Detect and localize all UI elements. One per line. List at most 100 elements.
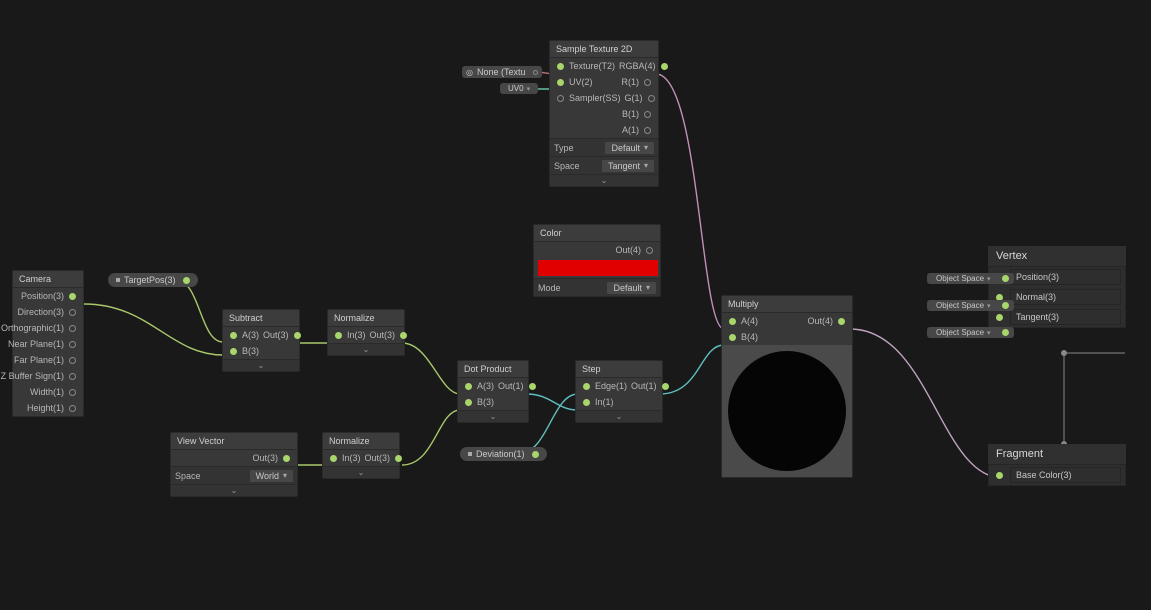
collapse-toggle[interactable]: ⌄ (223, 359, 299, 371)
slot-field: Normal(3) (1010, 289, 1121, 305)
plug-icon (69, 373, 76, 380)
port-a-out[interactable]: A(3) Out(3) (223, 327, 299, 343)
plug-icon (395, 455, 402, 462)
port-a[interactable]: A(1) (550, 122, 658, 138)
port-in-out[interactable]: In(3) Out(3) (328, 327, 404, 343)
space-tag-position[interactable]: Object Space (927, 273, 1014, 284)
plug-icon (1002, 302, 1009, 309)
port-b[interactable]: B(3) (458, 394, 528, 410)
port-direction[interactable]: Direction(3) (13, 304, 83, 320)
plug-icon (646, 247, 653, 254)
slot-field: Base Color(3) (1010, 467, 1121, 483)
port-near[interactable]: Near Plane(1) (13, 336, 83, 352)
port-zbuffer[interactable]: Z Buffer Sign(1) (13, 368, 83, 384)
port-b[interactable]: B(4) (722, 329, 852, 345)
texture-slot[interactable]: ◎ None (Textu (462, 66, 542, 78)
node-view-vector[interactable]: View Vector Out(3) Space World ⌄ (170, 432, 298, 497)
plug-icon (335, 332, 342, 339)
vertex-title: Vertex (988, 246, 1126, 266)
node-step[interactable]: Step Edge(1) Out(1) In(1) ⌄ (575, 360, 663, 423)
property-targetpos[interactable]: TargetPos(3) (108, 273, 198, 287)
port-position[interactable]: Position(3) (13, 288, 83, 304)
node-title: Camera (13, 271, 83, 288)
prop-label: Space (554, 161, 580, 171)
uv-slot[interactable]: UV0 (500, 83, 538, 94)
plug-icon (996, 472, 1003, 479)
port-far[interactable]: Far Plane(1) (13, 352, 83, 368)
node-title: Multiply (722, 296, 852, 313)
collapse-toggle[interactable]: ⌄ (458, 410, 528, 422)
plug-icon (661, 63, 668, 70)
uv-dropdown[interactable]: UV0 (504, 84, 534, 93)
collapse-toggle[interactable]: ⌄ (323, 466, 399, 478)
port-edge-out[interactable]: Edge(1) Out(1) (576, 378, 662, 394)
plug-icon (69, 293, 76, 300)
slot-field: Position(3) (1010, 269, 1121, 285)
node-title: Normalize (323, 433, 399, 450)
space-dropdown[interactable]: Tangent (602, 160, 654, 172)
node-normalize-1[interactable]: Normalize In(3) Out(3) ⌄ (327, 309, 405, 356)
node-title: Normalize (328, 310, 404, 327)
port-in[interactable]: In(1) (576, 394, 662, 410)
label: Deviation(1) (476, 449, 525, 459)
prop-label: Type (554, 143, 574, 153)
port-b[interactable]: B(1) (550, 106, 658, 122)
port-a-out[interactable]: A(4) Out(4) (722, 313, 852, 329)
plug-icon (838, 318, 845, 325)
node-color[interactable]: Color Out(4) Mode Default (533, 224, 661, 297)
port-width[interactable]: Width(1) (13, 384, 83, 400)
plug-icon (69, 357, 76, 364)
space-tag-tangent[interactable]: Object Space (927, 327, 1014, 338)
plug-icon (69, 341, 76, 348)
port-tex-rgba[interactable]: Texture(T2) RGBA(4) (550, 58, 658, 74)
type-dropdown[interactable]: Default (605, 142, 654, 154)
prop-mode: Mode Default (534, 278, 660, 296)
fragment-slot-basecolor[interactable]: Base Color(3) (989, 465, 1125, 485)
port-orthographic[interactable]: Orthographic(1) (13, 320, 83, 336)
plug-icon (400, 332, 407, 339)
plug-icon (729, 334, 736, 341)
port-sampler-g[interactable]: Sampler(SS) G(1) (550, 90, 658, 106)
plug-icon (69, 405, 76, 412)
plug-icon (330, 455, 337, 462)
node-dot-product[interactable]: Dot Product A(3) Out(1) B(3) ⌄ (457, 360, 529, 423)
plug-icon (69, 325, 76, 332)
plug-icon (294, 332, 301, 339)
space-tag-normal[interactable]: Object Space (927, 300, 1014, 311)
plug-icon (529, 383, 536, 390)
node-title: Color (534, 225, 660, 242)
prop-label: Mode (538, 283, 561, 293)
prop-label: Space (175, 471, 201, 481)
collapse-toggle[interactable]: ⌄ (171, 484, 297, 496)
port-out[interactable]: Out(3) (171, 450, 297, 466)
plug-icon (644, 111, 651, 118)
node-title: Sample Texture 2D (550, 41, 658, 58)
node-subtract[interactable]: Subtract A(3) Out(3) B(3) ⌄ (222, 309, 300, 372)
node-normalize-2[interactable]: Normalize In(3) Out(3) ⌄ (322, 432, 400, 479)
collapse-toggle[interactable]: ⌄ (576, 410, 662, 422)
plug-icon (183, 277, 190, 284)
mode-dropdown[interactable]: Default (607, 282, 656, 294)
plug-icon (729, 318, 736, 325)
collapse-toggle[interactable]: ⌄ (328, 343, 404, 355)
collapse-toggle[interactable]: ⌄ (550, 174, 658, 186)
port-in-out[interactable]: In(3) Out(3) (323, 450, 399, 466)
prop-space: Space World (171, 466, 297, 484)
node-multiply[interactable]: Multiply A(4) Out(4) B(4) (721, 295, 853, 478)
node-preview (722, 345, 852, 477)
space-dropdown[interactable]: World (250, 470, 293, 482)
plug-icon (465, 399, 472, 406)
node-camera[interactable]: Camera Position(3) Direction(3) Orthogra… (12, 270, 84, 417)
port-height[interactable]: Height(1) (13, 400, 83, 416)
port-out[interactable]: Out(4) (534, 242, 660, 258)
slot-field: Tangent(3) (1010, 309, 1121, 325)
node-sample-texture-2d[interactable]: Sample Texture 2D Texture(T2) RGBA(4) UV… (549, 40, 659, 187)
property-deviation[interactable]: Deviation(1) (460, 447, 547, 461)
plug-icon (532, 451, 539, 458)
fragment-stack: Fragment Base Color(3) (988, 444, 1126, 486)
plug-icon (69, 309, 76, 316)
port-b[interactable]: B(3) (223, 343, 299, 359)
port-uv-r[interactable]: UV(2) R(1) (550, 74, 658, 90)
color-swatch[interactable] (538, 260, 658, 276)
port-a-out[interactable]: A(3) Out(1) (458, 378, 528, 394)
